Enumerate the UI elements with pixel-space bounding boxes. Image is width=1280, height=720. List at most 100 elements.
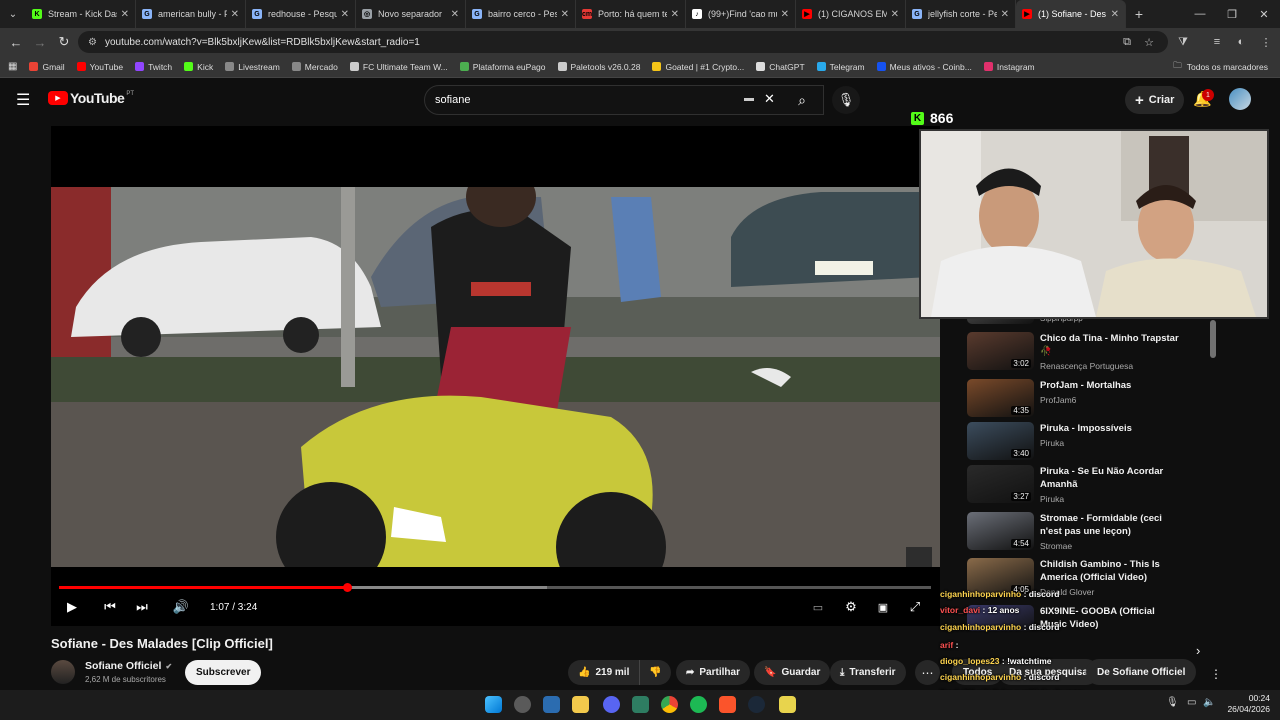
spotify-icon[interactable] xyxy=(690,696,707,713)
recommended-video[interactable]: 3:40 Piruka - Impossíveis Piruka xyxy=(967,422,1217,460)
new-tab-button[interactable]: + xyxy=(1126,6,1152,22)
tab-close-icon[interactable]: ✕ xyxy=(231,9,239,20)
play-icon[interactable]: ▶ xyxy=(62,596,82,618)
video-frame[interactable] xyxy=(51,187,940,567)
display-tray-icon[interactable]: ▭ xyxy=(1187,697,1196,708)
download-button[interactable]: ⤓ Transferir xyxy=(830,660,906,685)
recommended-video[interactable]: 4:35 ProfJam - Mortalhas ProfJam6 xyxy=(967,379,1217,417)
file-explorer-icon[interactable] xyxy=(572,696,589,713)
browser-tab[interactable]: Gamerican bully - Pesquisa ✕ xyxy=(136,0,246,28)
browser-tab[interactable]: Gjellyfish corte - Pesquisa ✕ xyxy=(906,0,1016,28)
bookmark-item[interactable]: Mercado xyxy=(291,62,338,72)
fullscreen-icon[interactable]: ⤢ xyxy=(904,596,926,618)
restore-icon[interactable]: ❐ xyxy=(1216,0,1248,28)
tab-search-button[interactable]: ⌄ xyxy=(0,0,26,28)
browser-tab[interactable]: Gbairro cerco - Pesquisa ✕ xyxy=(466,0,576,28)
video-thumbnail[interactable]: 3:40 xyxy=(967,422,1034,460)
extensions-icon[interactable]: ⧩ xyxy=(1173,32,1193,52)
media-controls-icon[interactable]: ≡ xyxy=(1207,32,1227,52)
recommended-video[interactable]: 3:02 Chico da Tina - Minho Trapstar 🥀 Rena… xyxy=(967,332,1217,371)
chat-username[interactable]: ciganhinhoparvinho xyxy=(940,589,1021,599)
recommended-title[interactable]: Stromae - Formidable (ceci n'est pas une… xyxy=(1040,512,1180,538)
bookmark-item[interactable]: Gmail xyxy=(29,62,65,72)
url-bar[interactable]: ⚙ youtube.com/watch?v=Blk5bxljKew&list=R… xyxy=(78,31,1168,53)
browser-tab[interactable]: K Stream - Kick Dashboard ✕ xyxy=(26,0,136,28)
search-button[interactable]: ⌕ xyxy=(782,85,822,115)
chrome-icon[interactable] xyxy=(661,696,678,713)
discord-icon[interactable] xyxy=(603,696,620,713)
subtitles-icon[interactable]: ▭ xyxy=(807,596,829,618)
next-icon[interactable]: ⏭ xyxy=(132,596,152,618)
bookmark-item[interactable]: Goated | #1 Crypto... xyxy=(652,62,744,72)
channel-avatar[interactable] xyxy=(51,660,75,684)
chat-username[interactable]: diogo_lopes23 xyxy=(940,656,1000,666)
recs-scrollbar[interactable] xyxy=(1210,320,1216,358)
share-button[interactable]: ➦ Partilhar xyxy=(676,660,750,685)
bookmark-item[interactable]: Instagram xyxy=(983,62,1035,72)
scrubber-handle[interactable] xyxy=(343,583,352,592)
video-thumbnail[interactable]: 3:27 xyxy=(967,465,1034,503)
bookmark-item[interactable]: Livestream xyxy=(225,62,280,72)
bookmark-item[interactable]: Meus ativos - Coinb... xyxy=(876,62,972,72)
voice-search-button[interactable]: 🎙 xyxy=(832,86,860,114)
browser-tab[interactable]: ▶ (1) CIGANOS EM ✕ xyxy=(796,0,906,28)
channel-name[interactable]: Sofiane Officiel ✔ xyxy=(85,660,172,672)
bookmark-item[interactable]: Kick xyxy=(184,62,213,72)
bookmark-star-icon[interactable]: ☆ xyxy=(1139,32,1159,52)
back-button[interactable]: ← xyxy=(4,30,28,54)
video-thumbnail[interactable]: 4:35 xyxy=(967,379,1034,417)
start-button-icon[interactable] xyxy=(485,696,502,713)
reload-button[interactable]: ↻ xyxy=(52,30,76,54)
taskbar-app-icon-4[interactable] xyxy=(779,696,796,713)
chat-username[interactable]: ciganhinhoparvinho xyxy=(940,672,1021,682)
tab-close-icon[interactable]: ✕ xyxy=(891,9,899,20)
keyboard-icon[interactable]: ▬ xyxy=(744,93,754,104)
recommended-title[interactable]: Chico da Tina - Minho Trapstar 🥀 xyxy=(1040,332,1180,358)
taskbar-app-icon-3[interactable] xyxy=(632,696,649,713)
minimize-icon[interactable]: — xyxy=(1184,0,1216,28)
taskbar-app-icon-1[interactable] xyxy=(514,696,531,713)
tab-close-icon[interactable]: ✕ xyxy=(781,9,789,20)
tab-close-icon[interactable]: ✕ xyxy=(451,9,459,20)
bookmark-item[interactable]: YouTube xyxy=(76,62,123,72)
browser-tab[interactable]: ▶ (1) Sofiane - Des M ✕ xyxy=(1016,0,1126,28)
recommended-title[interactable]: Piruka - Se Eu Não Acordar Amanhã xyxy=(1040,465,1180,491)
video-thumbnail[interactable]: 3:02 xyxy=(967,332,1034,370)
taskbar-clock[interactable]: 00:24 26/04/2026 xyxy=(1220,693,1270,715)
chat-username[interactable]: ciganhinhoparvinho xyxy=(940,622,1021,632)
bookmark-item[interactable]: Telegram xyxy=(816,62,865,72)
subscribe-button[interactable]: Subscrever xyxy=(185,660,262,685)
recommended-video[interactable]: 3:27 Piruka - Se Eu Não Acordar Amanhã Pir… xyxy=(967,465,1217,504)
recommended-title[interactable]: 6IX9INE- GOOBA (Official Music Video) xyxy=(1040,605,1180,631)
browser-tab[interactable]: Gredhouse - Pesquisa ✕ xyxy=(246,0,356,28)
browser-tab[interactable]: ◎ Novo separador ✕ xyxy=(356,0,466,28)
create-button[interactable]: + Criar xyxy=(1125,86,1185,114)
all-bookmarks[interactable]: 🗀 Todos os marcadores xyxy=(1173,60,1268,74)
clear-search-icon[interactable]: ✕ xyxy=(764,91,775,107)
chips-next-icon[interactable]: › xyxy=(1196,643,1200,658)
recommended-title[interactable]: ProfJam - Mortalhas xyxy=(1040,379,1180,392)
cast-icon[interactable]: ⧉ xyxy=(1117,32,1137,52)
save-button[interactable]: 🔖 Guardar xyxy=(754,660,831,685)
volume-tray-icon[interactable]: 🔈 xyxy=(1203,697,1215,708)
recommended-title[interactable]: Piruka - Impossíveis xyxy=(1040,422,1180,435)
chat-username[interactable]: vitor_davi xyxy=(940,605,980,615)
bookmark-item[interactable]: Twitch xyxy=(135,62,172,72)
browser-tab[interactable]: cm Porto: há quem te ✕ xyxy=(576,0,686,28)
browser-tab[interactable]: ♪ (99+)Find 'cao mu ✕ xyxy=(686,0,796,28)
taskbar-app-icon-2[interactable] xyxy=(543,696,560,713)
previous-icon[interactable]: ⏮ xyxy=(100,596,120,618)
steam-icon[interactable] xyxy=(748,696,765,713)
recommended-title[interactable]: Childish Gambino - This Is America (Offi… xyxy=(1040,558,1180,584)
bookmark-item[interactable]: FC Ultimate Team W... xyxy=(349,62,448,72)
theater-mode-icon[interactable]: ▣ xyxy=(872,596,894,618)
bookmark-item[interactable]: ChatGPT xyxy=(756,62,805,72)
youtube-logo[interactable]: ▶ YouTube PT xyxy=(48,90,134,106)
tab-close-icon[interactable]: ✕ xyxy=(561,9,569,20)
volume-icon[interactable]: 🔊 xyxy=(170,596,192,618)
recommended-video[interactable]: 4:54 Stromae - Formidable (ceci n'est pas… xyxy=(967,512,1217,551)
chip-from-channel[interactable]: De Sofiane Officiel xyxy=(1086,659,1197,685)
profile-icon[interactable]: ◐ xyxy=(1231,32,1251,52)
settings-gear-icon[interactable]: ⚙ xyxy=(840,596,862,618)
tab-close-icon[interactable]: ✕ xyxy=(1111,9,1119,20)
